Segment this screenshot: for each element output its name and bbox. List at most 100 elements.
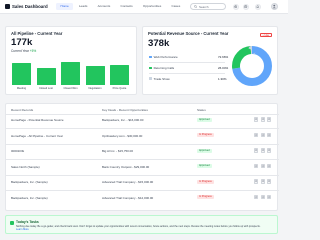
- user-avatar[interactable]: [271, 3, 278, 10]
- revenue-row-label: Web Performance: [153, 55, 178, 59]
- nav-accounts[interactable]: Accounts: [93, 3, 115, 10]
- nav-contacts[interactable]: Contacts: [116, 3, 137, 10]
- app-title: Sales Dashboard: [12, 4, 48, 10]
- app-logo-icon: [5, 4, 10, 9]
- settings-icon: [234, 5, 238, 8]
- tasks-body-text: Nothing due today. Be a go-getter, and c…: [16, 224, 261, 228]
- edit-icon: [255, 165, 258, 167]
- status-badge: Approved: [197, 117, 212, 122]
- more-icon: [268, 196, 271, 198]
- revenue-row-pct: 72.66%: [218, 55, 229, 59]
- status-badge: In Progress: [197, 133, 214, 137]
- revenue-row-pct: 1.30%: [218, 76, 227, 81]
- search-input[interactable]: Search: [190, 3, 226, 11]
- records-table: Recent Records Key Deals - Recent Opport…: [5, 103, 279, 211]
- revenue-row: Trade Show 1.30%: [149, 76, 227, 81]
- more-action-button[interactable]: [267, 117, 272, 122]
- tasks-title: Today's Tasks: [16, 219, 39, 224]
- user-avatar-icon: [272, 4, 277, 9]
- help-button[interactable]: [243, 3, 249, 10]
- nav-cases[interactable]: Cases: [167, 3, 185, 10]
- revenue-row: Web Performance 72.66%: [149, 55, 228, 60]
- settings-button[interactable]: [233, 3, 239, 10]
- revenue-row-label: Returning Calls: [153, 66, 175, 70]
- todays-tasks-panel: Today's Tasks Nothing due today. Be a go…: [5, 215, 278, 234]
- nav-leads[interactable]: Leads: [74, 3, 91, 10]
- link-action-button[interactable]: [260, 179, 265, 184]
- more-icon: [268, 165, 271, 167]
- link-action-button[interactable]: [260, 132, 265, 138]
- revenue-donut-chart: [232, 46, 272, 86]
- record-link[interactable]: HomePage - Potential Revenue Source: [11, 118, 64, 122]
- pipeline-card: All Pipeline - Current Year 177k Current…: [5, 26, 137, 95]
- more-action-button[interactable]: [267, 179, 272, 184]
- deal-link[interactable]: Bank Country Outpost - $29,000.00: [102, 165, 149, 169]
- learn-more-link[interactable]: Learn More: [16, 228, 29, 231]
- status-badge: Approved: [197, 148, 212, 153]
- more-action-button[interactable]: [267, 132, 272, 138]
- link-icon: [261, 149, 264, 152]
- bar-label: Meeting: [16, 87, 27, 90]
- bar-1[interactable]: [36, 68, 56, 85]
- more-action-button[interactable]: [267, 163, 272, 169]
- bar-2[interactable]: [61, 62, 80, 85]
- edit-action-button[interactable]: [254, 117, 259, 122]
- deal-link[interactable]: OptiGaslucy.com - $30,000.00: [102, 134, 142, 138]
- link-icon: [261, 180, 264, 183]
- nav-opportunities[interactable]: Opportunities: [138, 3, 165, 10]
- legend-swatch: [149, 55, 152, 59]
- edit-icon: [255, 180, 258, 183]
- link-action-button[interactable]: [260, 194, 265, 200]
- link-action-button[interactable]: [260, 148, 265, 153]
- record-link[interactable]: Sales North (Sample): [11, 165, 40, 169]
- search-placeholder: Search: [198, 4, 209, 9]
- record-link[interactable]: Backpackers, Inc. (Sample): [11, 180, 48, 184]
- more-icon: [268, 134, 271, 136]
- search-icon: [194, 5, 198, 9]
- revenue-row-label: Trade Show: [153, 76, 170, 81]
- revenue-row: Returning Calls 26.04%: [149, 66, 228, 71]
- deal-link[interactable]: Advanced Trail Company - $12,000.00: [102, 196, 153, 200]
- link-icon: [261, 118, 264, 121]
- record-link[interactable]: Backpackers, Inc. (Sample): [11, 196, 48, 200]
- column-header: Recent Records: [11, 108, 34, 112]
- deal-link[interactable]: Backpackers, Inc. - $16,000.00: [102, 118, 143, 122]
- bar-3[interactable]: [85, 66, 105, 85]
- bar-0[interactable]: [12, 63, 31, 85]
- column-header: Status: [197, 108, 206, 112]
- deal-link[interactable]: Advanced Trail Company - $15,000.00: [102, 180, 153, 184]
- edit-icon: [255, 134, 258, 136]
- legend-swatch: [149, 66, 152, 70]
- revenue-title: Potential Revenue Source - Current Year: [148, 31, 229, 36]
- notifications-button[interactable]: [255, 3, 261, 10]
- help-icon: [244, 5, 248, 8]
- edit-icon: [255, 118, 258, 121]
- edit-action-button[interactable]: [254, 163, 259, 169]
- edit-action-button[interactable]: [254, 132, 259, 138]
- edit-action-button[interactable]: [254, 148, 259, 153]
- edit-icon: [255, 196, 258, 198]
- more-action-button[interactable]: [267, 148, 272, 153]
- legend-swatch: [149, 77, 152, 80]
- bar-label: Price Quote: [112, 87, 127, 90]
- link-icon: [261, 196, 264, 198]
- bar-4[interactable]: [110, 65, 129, 85]
- deal-link[interactable]: Big Al Inc. - $15,750.00: [102, 149, 133, 153]
- more-action-button[interactable]: [267, 194, 272, 200]
- pipeline-bar-chart: Meeting Closed Lost Closed Won Negotiation P…: [12, 52, 134, 90]
- tasks-body: Nothing due today. Be a go-getter, and c…: [16, 225, 266, 231]
- revenue-value: 378k: [148, 38, 170, 49]
- pipeline-value: 177k: [11, 37, 33, 48]
- record-link[interactable]: 00001IIIIk: [11, 149, 24, 153]
- link-action-button[interactable]: [260, 163, 265, 169]
- more-icon: [268, 180, 271, 183]
- edit-action-button[interactable]: [254, 194, 259, 200]
- link-icon: [261, 134, 264, 136]
- nav-home[interactable]: Home: [56, 3, 74, 10]
- link-action-button[interactable]: [260, 117, 265, 122]
- bar-label: Closed Lost: [39, 87, 53, 90]
- record-link[interactable]: HomePage - All Pipeline - Current Year: [11, 134, 63, 138]
- live-badge: ~ Live: [259, 32, 272, 37]
- edit-action-button[interactable]: [254, 179, 259, 184]
- bar-label: Negotiation: [88, 87, 102, 90]
